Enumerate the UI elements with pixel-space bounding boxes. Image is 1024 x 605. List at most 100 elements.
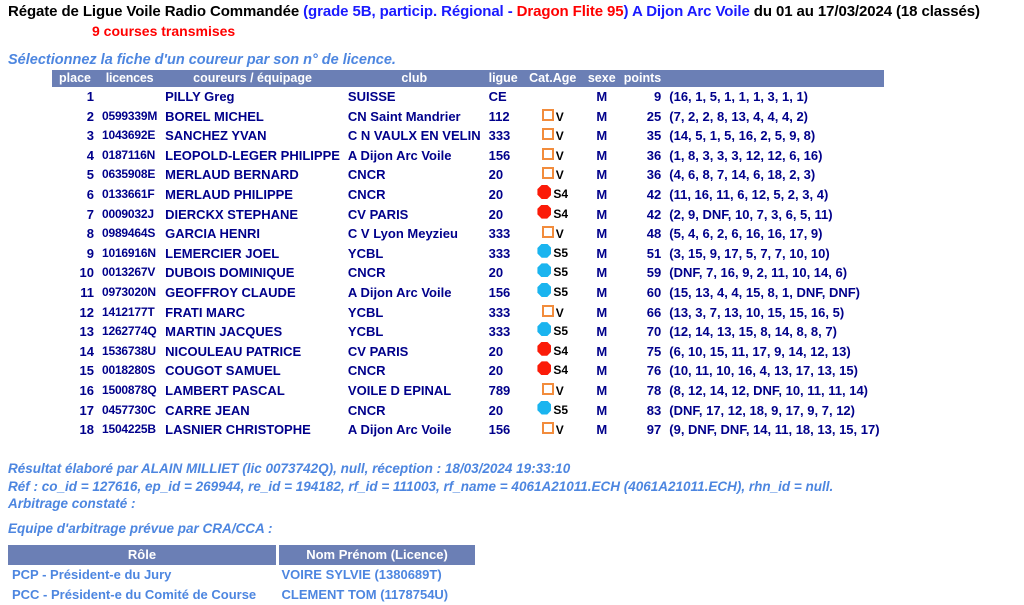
cell-name: LASNIER CHRISTOPHE — [165, 422, 311, 438]
cell-points: 48 — [646, 226, 662, 242]
cell-place: 1 — [86, 89, 94, 104]
cell-name: PILLY Greg — [165, 89, 235, 104]
cell-name: LEOPOLD-LEGER PHILIPPE — [165, 147, 340, 163]
note-arbitrage-planned: Equipe d'arbitrage prévue par CRA/CCA : — [8, 520, 273, 536]
licence-link[interactable]: 0009032J — [98, 205, 161, 225]
licence-link[interactable]: 0973020N — [98, 283, 161, 303]
cell-ligue: 20 — [488, 167, 504, 183]
cell-catage: S5 — [522, 322, 584, 342]
senior-red-octagon-icon — [537, 361, 552, 376]
table-row: 18 1504225B LASNIER CHRISTOPHE A Dijon Arc … — [52, 420, 884, 440]
licence-link[interactable]: 0457730C — [98, 401, 161, 421]
cell-race-results: (7, 2, 2, 8, 13, 4, 4, 4, 2) — [669, 108, 809, 124]
col-header-races — [665, 70, 884, 87]
licence-link[interactable]: 0187116N — [98, 146, 161, 166]
courses-transmitted: 9 courses transmises — [92, 23, 236, 39]
cell-ligue: 333 — [488, 304, 511, 320]
cell-points: 36 — [646, 167, 662, 183]
table-row: 8 0989464S GARCIA HENRI C V Lyon Meyzieu 333… — [52, 224, 884, 244]
cell-points: 97 — [646, 422, 662, 438]
arbitrage-body: PCP - Président-e du Jury VOIRE SYLVIE (1… — [8, 565, 475, 605]
licence-link[interactable]: 0013267V — [98, 263, 161, 283]
veteran-square-icon — [541, 304, 554, 317]
list-item: PCP - Président-e du Jury VOIRE SYLVIE (1… — [8, 565, 475, 585]
title-grade-open: (grade 5B, particip. Régional - — [303, 3, 517, 20]
cell-name: MARTIN JACQUES — [165, 324, 283, 340]
veteran-square-icon — [541, 147, 554, 160]
licence-link[interactable]: 0133661F — [98, 185, 161, 205]
licence-link[interactable]: 1504225B — [98, 420, 161, 440]
table-row: 12 1412177T FRATI MARC YCBL 333 V M 66 (13, 3, 7… — [52, 303, 884, 323]
cell-catage: V — [522, 146, 584, 166]
cell-race-results: (15, 13, 4, 4, 15, 8, 1, DNF, DNF) — [669, 284, 861, 300]
note-arbitrage-observed: Arbitrage constaté : — [8, 496, 136, 511]
cell-points: 60 — [646, 284, 662, 300]
senior-cyan-octagon-icon — [537, 243, 552, 258]
licence-link[interactable]: 0599339M — [98, 107, 161, 127]
table-row: 11 0973020N GEOFFROY CLAUDE A Dijon Arc Voi… — [52, 282, 884, 303]
cell-points: 75 — [646, 343, 662, 359]
arbitrage-person: CLEMENT TOM (1178754U) — [281, 587, 449, 602]
cell-points: 36 — [646, 147, 662, 163]
senior-cyan-octagon-icon — [537, 400, 552, 415]
cell-points: 78 — [646, 382, 662, 398]
cell-club: A Dijon Arc Voile — [347, 422, 452, 438]
cell-points: 25 — [646, 108, 662, 124]
licence-link[interactable]: 1536738U — [98, 342, 161, 362]
cell-sexe: M — [596, 324, 608, 340]
licence-link[interactable]: 0989464S — [98, 224, 161, 244]
licence-link[interactable]: 1500878Q — [98, 381, 161, 401]
catage-label: V — [555, 227, 564, 242]
cell-race-results: (5, 4, 6, 2, 6, 16, 16, 17, 9) — [669, 226, 823, 242]
licence-link[interactable]: 0635908E — [98, 165, 161, 185]
cell-club: A Dijon Arc Voile — [347, 284, 452, 300]
cell-name: GARCIA HENRI — [165, 226, 260, 242]
table-row: 14 1536738U NICOULEAU PATRICE CV PARIS 20 S4 M… — [52, 341, 884, 362]
cell-points: 70 — [646, 324, 662, 340]
cell-ligue: 156 — [488, 147, 511, 163]
table-row: 2 0599339M BOREL MICHEL CN Saint Mandrier 11… — [52, 107, 884, 127]
cell-catage: V — [522, 107, 584, 127]
cell-place: 10 — [79, 265, 94, 281]
cell-name: BOREL MICHEL — [165, 108, 264, 124]
cell-points: 9 — [654, 89, 662, 104]
cell-catage: V — [522, 381, 584, 401]
cell-place: 8 — [86, 226, 94, 242]
arbitrage-role: PCP - Président-e du Jury — [12, 567, 172, 582]
cell-points: 42 — [646, 206, 662, 222]
cell-sexe: M — [596, 167, 608, 183]
cell-ligue: 333 — [488, 226, 511, 242]
results-page: Régate de Ligue Voile Radio Commandée (g… — [0, 0, 1024, 604]
cell-ligue: 333 — [488, 128, 511, 144]
cell-place: 4 — [86, 147, 94, 163]
cell-points: 66 — [646, 304, 662, 320]
cell-sexe: M — [596, 128, 608, 144]
page-title: Régate de Ligue Voile Radio Commandée (g… — [8, 3, 980, 20]
catage-label: S5 — [553, 265, 569, 280]
cell-ligue: 20 — [488, 206, 504, 222]
licence-link[interactable]: 1262774Q — [98, 322, 161, 342]
arbitrage-role: PCC - Président-e du Comité de Course — [12, 587, 257, 602]
licence-link[interactable]: 1412177T — [98, 303, 161, 323]
table-row: 9 1016916N LEMERCIER JOEL YCBL 333 S5 M 51 (3, 1… — [52, 243, 884, 264]
catage-label: V — [555, 168, 564, 183]
cell-club: A Dijon Arc Voile — [347, 147, 452, 163]
col-header-club: club — [343, 70, 485, 87]
arbitrage-header-row: Rôle Nom Prénom (Licence) — [8, 545, 475, 565]
cell-catage: S4 — [522, 361, 584, 381]
results-table: place licences coureurs / équipage club … — [52, 70, 884, 440]
cell-club: VOILE D EPINAL — [347, 382, 452, 398]
col-header-sexe: sexe — [583, 70, 620, 87]
licence-link[interactable]: 1016916N — [98, 244, 161, 264]
cell-catage: V — [522, 303, 584, 323]
cell-sexe: M — [596, 226, 608, 242]
col-header-points: points — [619, 70, 666, 87]
cell-sexe: M — [596, 186, 608, 202]
licence-link[interactable]: 1043692E — [98, 126, 161, 146]
table-row: 16 1500878Q LAMBERT PASCAL VOILE D EPINAL 78… — [52, 381, 884, 401]
cell-club: CV PARIS — [347, 343, 409, 359]
cell-ligue: 333 — [488, 324, 511, 340]
cell-sexe: M — [596, 343, 608, 359]
licence-link[interactable]: 0018280S — [98, 361, 161, 381]
catage-label: S4 — [553, 206, 569, 221]
